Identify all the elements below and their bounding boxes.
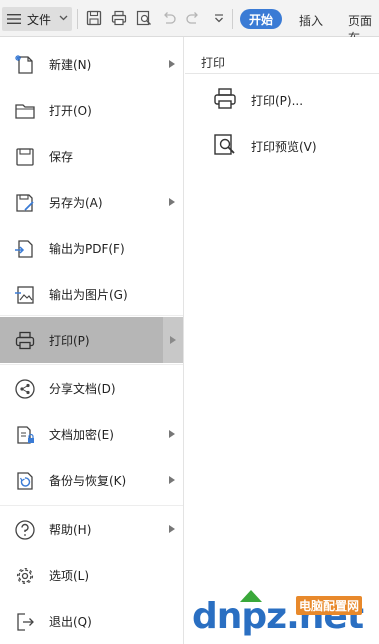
chevron-down-icon xyxy=(59,15,68,21)
chevron-right-icon xyxy=(169,198,175,206)
panel-divider xyxy=(185,73,379,74)
chevron-right-icon xyxy=(169,476,175,484)
menu-item-label: 输出为PDF(F) xyxy=(49,241,125,256)
menu-item-save[interactable]: 保存 xyxy=(0,133,183,179)
chevron-right-icon xyxy=(169,525,175,533)
save-icon xyxy=(16,148,34,166)
menu-item-label: 备份与恢复(K) xyxy=(49,473,127,488)
file-menu: 新建(N) 打开(O) 保存 另存为(A) 输出为PDF(F) 输出为图片(G)… xyxy=(0,37,184,644)
print-preview-icon xyxy=(214,134,235,155)
toolbar-separator xyxy=(232,9,233,29)
menu-item-export-pdf[interactable]: 输出为PDF(F) xyxy=(0,225,183,271)
toolbar-separator xyxy=(77,9,78,29)
folder-icon xyxy=(15,104,35,119)
watermark-site-name: 电脑配置网 xyxy=(296,596,363,615)
share-icon xyxy=(15,379,35,399)
tab-start[interactable]: 开始 xyxy=(240,9,282,29)
submenu-item-print[interactable]: 打印(P)... xyxy=(185,79,379,119)
menu-item-print[interactable]: 打印(P) xyxy=(0,317,183,363)
exit-icon xyxy=(17,613,34,631)
menu-item-label: 输出为图片(G) xyxy=(49,287,128,302)
menu-item-label: 另存为(A) xyxy=(49,195,103,210)
menu-item-label: 分享文档(D) xyxy=(49,381,116,396)
menu-item-label: 帮助(H) xyxy=(49,522,92,537)
menu-item-label: 保存 xyxy=(49,149,74,164)
menu-item-options[interactable]: 选项(L) xyxy=(0,552,183,598)
help-icon xyxy=(15,520,35,540)
export-image-icon xyxy=(15,286,34,304)
export-pdf-icon xyxy=(15,240,33,258)
encrypt-icon xyxy=(17,426,34,444)
gear-icon xyxy=(16,567,34,585)
panel-title: 打印 xyxy=(201,56,226,70)
menu-item-open[interactable]: 打开(O) xyxy=(0,87,183,133)
chevron-right-icon xyxy=(170,336,176,344)
hamburger-icon xyxy=(7,14,21,24)
menu-item-exit[interactable]: 退出(Q) xyxy=(0,598,183,644)
menu-item-help[interactable]: 帮助(H) xyxy=(0,506,183,552)
menu-item-label: 打印(P) xyxy=(49,333,90,348)
customize-dropdown-icon[interactable] xyxy=(211,10,227,26)
menu-item-label: 新建(N) xyxy=(49,57,92,72)
printer-icon xyxy=(214,88,236,109)
save-as-icon xyxy=(16,194,34,212)
site-watermark-logo: dnpz.net 电脑配置网 xyxy=(192,590,379,644)
menu-item-label: 文档加密(E) xyxy=(49,427,114,442)
undo-icon[interactable] xyxy=(161,10,177,26)
submenu-item-print-preview[interactable]: 打印预览(V) xyxy=(185,125,379,165)
new-doc-icon xyxy=(15,55,33,74)
menu-item-share[interactable]: 分享文档(D) xyxy=(0,365,183,411)
menu-item-save-as[interactable]: 另存为(A) xyxy=(0,179,183,225)
chevron-right-icon xyxy=(169,430,175,438)
submenu-item-label: 打印预览(V) xyxy=(251,140,317,154)
file-menu-button[interactable]: 文件 xyxy=(2,7,72,31)
toolbar: 文件 开始 插入 页面布 xyxy=(0,0,379,45)
chevron-right-icon xyxy=(169,60,175,68)
menu-item-label: 打开(O) xyxy=(49,103,92,118)
print-submenu-panel: 打印 打印(P)... 打印预览(V) xyxy=(185,37,379,644)
menu-item-export-image[interactable]: 输出为图片(G) xyxy=(0,271,183,317)
backup-icon xyxy=(17,472,33,490)
redo-icon[interactable] xyxy=(185,10,201,26)
menu-item-label: 退出(Q) xyxy=(49,614,92,629)
menu-item-label: 选项(L) xyxy=(49,568,90,583)
save-icon[interactable] xyxy=(86,10,102,26)
print-preview-icon[interactable] xyxy=(136,10,152,26)
tab-insert[interactable]: 插入 xyxy=(299,12,323,29)
file-menu-label: 文件 xyxy=(27,12,52,27)
print-icon[interactable] xyxy=(111,10,127,26)
printer-icon xyxy=(15,331,35,350)
menu-item-backup[interactable]: 备份与恢复(K) xyxy=(0,457,183,503)
menu-item-encrypt[interactable]: 文档加密(E) xyxy=(0,411,183,457)
submenu-item-label: 打印(P)... xyxy=(251,94,304,108)
menu-divider xyxy=(0,315,183,316)
menu-item-new[interactable]: 新建(N) xyxy=(0,41,183,87)
